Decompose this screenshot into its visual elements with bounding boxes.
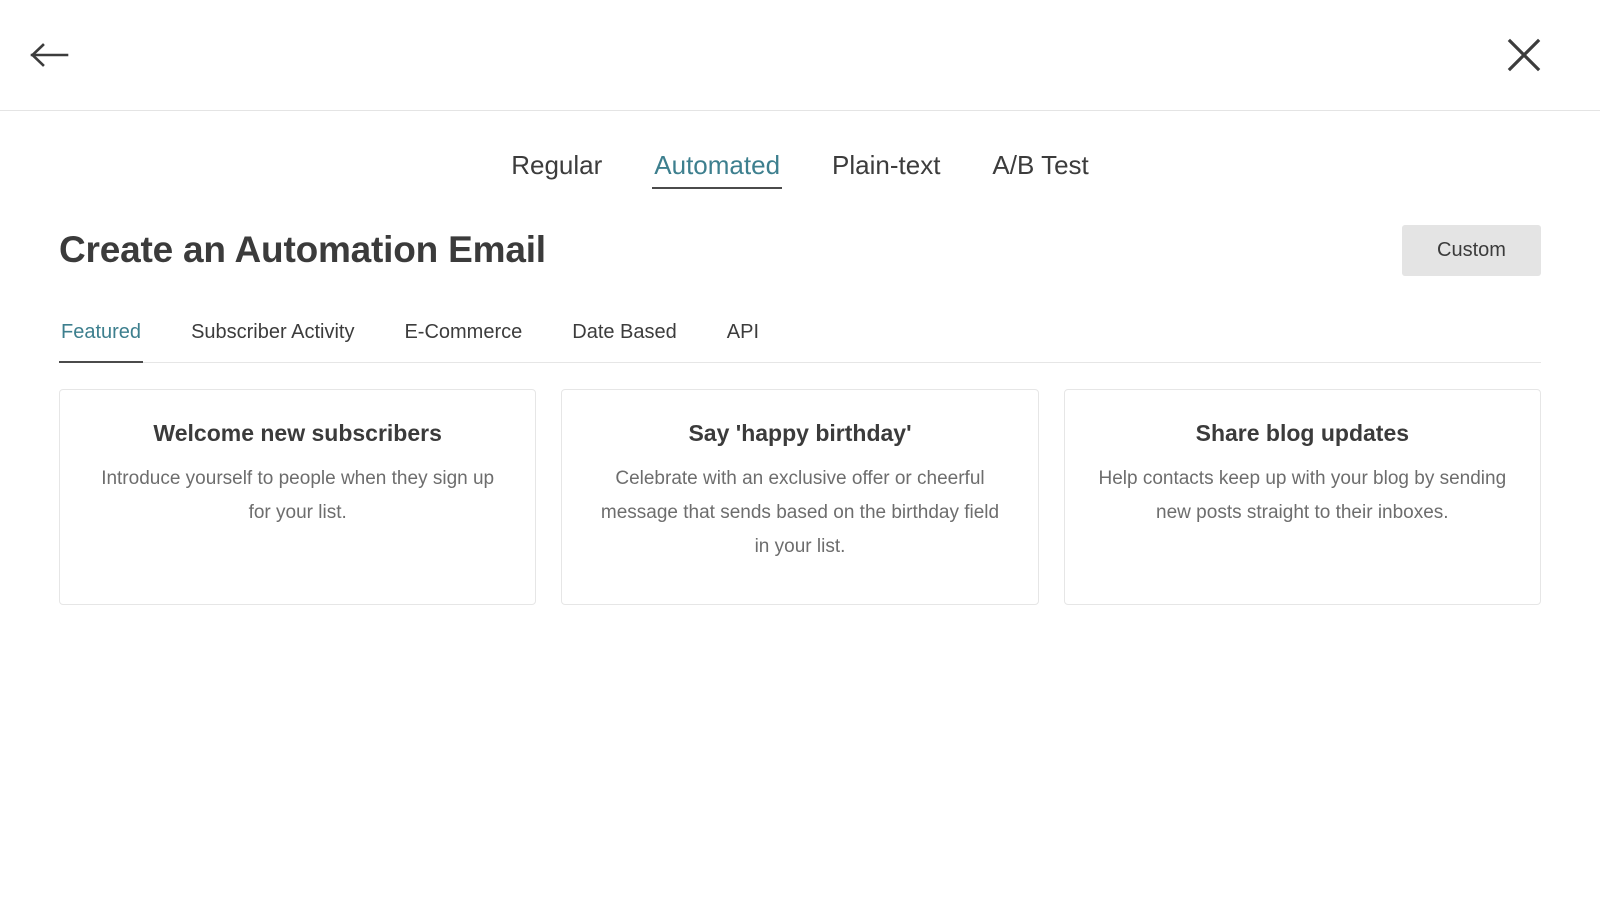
tab-date-based[interactable]: Date Based [570,320,679,362]
tab-plain-text[interactable]: Plain-text [830,149,942,197]
tab-api[interactable]: API [725,320,761,362]
modal-header [0,0,1600,111]
custom-button[interactable]: Custom [1402,225,1541,276]
automation-template-list: Welcome new subscribers Introduce yourse… [59,389,1541,605]
close-icon [1507,38,1541,72]
back-button[interactable] [26,31,74,79]
card-description: Help contacts keep up with your blog by … [1095,462,1510,530]
primary-tabs: Regular Automated Plain-text A/B Test [0,111,1600,197]
template-card-share-blog-updates[interactable]: Share blog updates Help contacts keep up… [1064,389,1541,605]
template-card-say-happy-birthday[interactable]: Say 'happy birthday' Celebrate with an e… [561,389,1038,605]
close-button[interactable] [1500,31,1548,79]
title-row: Create an Automation Email Custom [59,197,1541,293]
tab-regular[interactable]: Regular [509,149,604,197]
tab-ab-test[interactable]: A/B Test [990,149,1090,197]
template-card-welcome-new-subscribers[interactable]: Welcome new subscribers Introduce yourse… [59,389,536,605]
category-tabs: Featured Subscriber Activity E-Commerce … [59,320,1541,363]
card-description: Celebrate with an exclusive offer or che… [592,462,1007,564]
tab-subscriber-activity[interactable]: Subscriber Activity [189,320,356,362]
tab-featured[interactable]: Featured [59,320,143,362]
card-title: Say 'happy birthday' [592,418,1007,448]
card-description: Introduce yourself to people when they s… [90,462,505,530]
page-title: Create an Automation Email [59,227,546,273]
tab-e-commerce[interactable]: E-Commerce [402,320,524,362]
content-spacer [0,605,1600,805]
automation-email-modal: Regular Automated Plain-text A/B Test Cr… [0,0,1600,908]
card-title: Welcome new subscribers [90,418,505,448]
arrow-left-icon [30,41,70,69]
card-title: Share blog updates [1095,418,1510,448]
tab-automated[interactable]: Automated [652,149,782,197]
